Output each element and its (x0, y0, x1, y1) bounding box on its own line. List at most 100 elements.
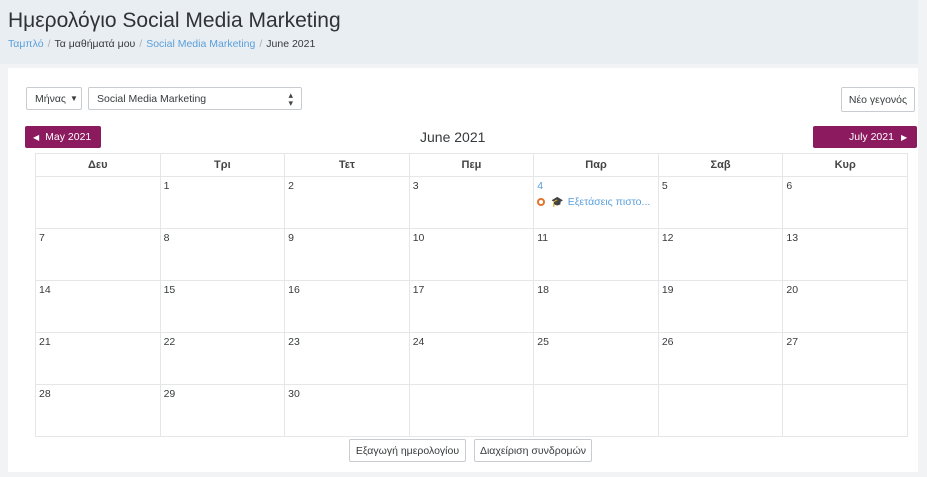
day-cell[interactable] (35, 176, 161, 229)
select-arrows-icon: ▴ ▾ (288, 90, 293, 108)
view-dropdown-button[interactable]: Μήνας ▼ (26, 87, 82, 110)
weekday-header: Τετ (284, 153, 410, 177)
day-number: 30 (288, 388, 300, 400)
day-number: 27 (786, 336, 799, 348)
day-number: 13 (786, 232, 799, 244)
day-number: 11 (537, 232, 549, 244)
day-cell-today[interactable]: 4 🎓 Εξετάσεις πιστο... (533, 176, 659, 229)
view-dropdown-label: Μήνας (35, 93, 66, 105)
day-cell[interactable]: 30 (284, 384, 410, 437)
day-cell[interactable]: 28 (35, 384, 161, 437)
day-number: 15 (163, 284, 176, 296)
day-number: 14 (39, 284, 51, 296)
day-number: 16 (288, 284, 300, 296)
weekday-header: Κυρ (782, 153, 908, 177)
day-number: 2 (288, 180, 294, 192)
day-number: 19 (661, 284, 674, 296)
day-number: 10 (412, 232, 425, 244)
manage-subscriptions-button[interactable]: Διαχείριση συνδρομών (474, 439, 592, 462)
weekday-header: Σαβ (657, 153, 784, 177)
prev-month-label: May 2021 (45, 131, 92, 143)
current-month-title: June 2021 (420, 129, 486, 145)
day-cell[interactable]: 19 (657, 280, 784, 333)
breadcrumb-separator: / (259, 38, 263, 50)
week-row: 21 22 23 24 25 26 27 (35, 332, 908, 385)
weekday-header: Τρι (159, 153, 286, 177)
day-cell[interactable] (533, 384, 659, 437)
day-cell[interactable]: 3 (408, 176, 535, 229)
day-cell[interactable]: 7 (35, 228, 161, 281)
breadcrumb-item-my-courses: Τα μαθήματά μου (54, 38, 136, 50)
day-number: 25 (537, 336, 549, 348)
day-number-today[interactable]: 4 (537, 180, 543, 192)
day-number: 5 (661, 180, 668, 192)
arrow-left-icon: ◀ (33, 133, 40, 142)
day-cell[interactable] (782, 384, 908, 437)
day-cell[interactable]: 6 (782, 176, 908, 229)
day-cell[interactable]: 9 (284, 228, 410, 281)
day-number: 21 (39, 336, 51, 348)
breadcrumb-item-course[interactable]: Social Media Marketing (146, 38, 255, 50)
day-cell[interactable]: 27 (782, 332, 908, 385)
day-cell[interactable]: 1 (159, 176, 286, 229)
calendar-event[interactable]: 🎓 Εξετάσεις πιστο... (537, 196, 658, 208)
caret-down-icon: ▼ (69, 94, 78, 103)
breadcrumb-separator: / (139, 38, 143, 50)
page-title: Ημερολόγιο Social Media Marketing (8, 9, 341, 32)
day-cell[interactable]: 26 (657, 332, 784, 385)
next-month-button[interactable]: July 2021 ▶ (813, 126, 917, 148)
week-row: 1 2 3 4 🎓 Εξετάσεις πιστο... 5 6 (35, 176, 908, 229)
export-calendar-button[interactable]: Εξαγωγή ημερολογίου (349, 439, 466, 462)
day-cell[interactable]: 12 (657, 228, 784, 281)
day-number: 18 (537, 284, 549, 296)
day-cell[interactable]: 18 (533, 280, 659, 333)
day-cell[interactable]: 24 (408, 332, 535, 385)
day-cell[interactable]: 11 (533, 228, 659, 281)
breadcrumb-item-dashboard[interactable]: Ταμπλό (8, 38, 44, 50)
day-number: 3 (412, 180, 419, 192)
day-cell[interactable]: 20 (782, 280, 908, 333)
day-cell[interactable]: 8 (159, 228, 286, 281)
day-cell[interactable]: 15 (159, 280, 286, 333)
day-cell[interactable] (657, 384, 784, 437)
day-number: 23 (288, 336, 300, 348)
day-cell[interactable]: 5 (657, 176, 784, 229)
event-type-dot-icon (537, 198, 546, 206)
day-number: 17 (412, 284, 425, 296)
week-row: 28 29 30 (35, 384, 908, 437)
day-cell[interactable]: 23 (284, 332, 410, 385)
day-cell[interactable]: 17 (408, 280, 535, 333)
weekday-header: Δευ (35, 153, 161, 177)
next-month-label: July 2021 (849, 131, 894, 143)
day-cell[interactable]: 10 (408, 228, 535, 281)
day-number: 22 (163, 336, 176, 348)
day-cell[interactable]: 25 (533, 332, 659, 385)
arrow-right-icon: ▶ (900, 133, 908, 142)
graduation-cap-icon: 🎓 (551, 196, 564, 208)
day-cell[interactable] (408, 384, 535, 437)
day-cell[interactable]: 22 (159, 332, 286, 385)
day-number: 7 (39, 232, 45, 244)
breadcrumb: Ταμπλό / Τα μαθήματά μου / Social Media Mark… (8, 38, 315, 50)
new-event-button[interactable]: Νέο γεγονός (841, 87, 915, 112)
week-row: 7 8 9 10 11 12 13 (35, 228, 908, 281)
day-cell[interactable]: 2 (284, 176, 410, 229)
day-number: 20 (786, 284, 799, 296)
prev-month-button[interactable]: ◀ May 2021 (25, 126, 101, 148)
weekday-header-row: Δευ Τρι Τετ Πεμ Παρ Σαβ Κυρ (35, 153, 908, 177)
weekday-header: Παρ (533, 153, 659, 177)
calendar-card: Μήνας ▼ Social Media Marketing ▴ ▾ Νέο γεγ… (8, 68, 918, 472)
course-select[interactable]: Social Media Marketing ▴ ▾ (88, 87, 302, 110)
day-cell[interactable]: 13 (782, 228, 908, 281)
day-number: 1 (163, 180, 170, 192)
day-cell[interactable]: 29 (159, 384, 286, 437)
day-cell[interactable]: 21 (35, 332, 161, 385)
event-title[interactable]: Εξετάσεις πιστο... (568, 196, 651, 208)
day-cell[interactable]: 16 (284, 280, 410, 333)
day-number: 6 (786, 180, 793, 192)
day-number: 12 (661, 232, 674, 244)
week-row: 14 15 16 17 18 19 20 (35, 280, 908, 333)
day-number: 24 (412, 336, 425, 348)
day-cell[interactable]: 14 (35, 280, 161, 333)
day-number: 9 (288, 232, 294, 244)
